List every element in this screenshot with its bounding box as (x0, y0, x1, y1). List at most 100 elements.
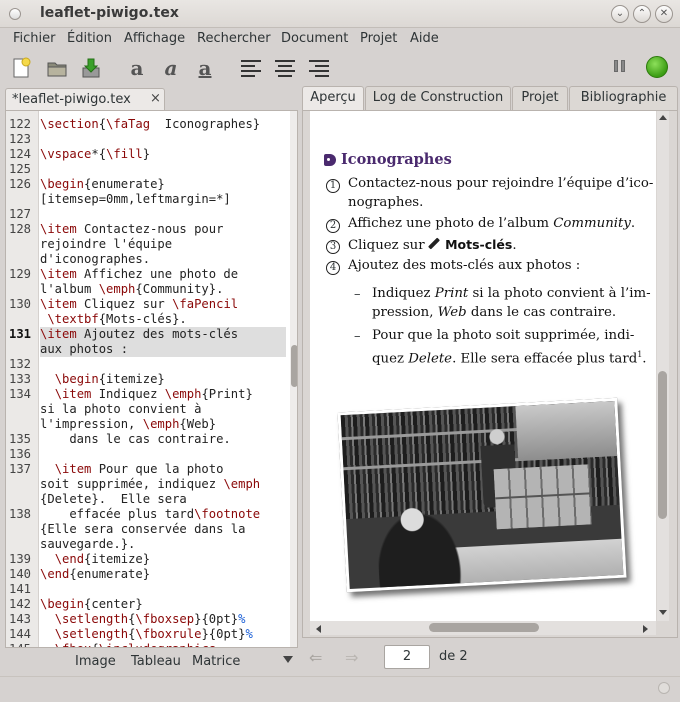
tab-projet[interactable]: Projet (512, 86, 568, 110)
close-button[interactable]: ✕ (655, 5, 673, 23)
editor-tab-label: *leaflet-piwigo.tex (12, 92, 131, 107)
menu-rechercher[interactable]: Rechercher (197, 31, 271, 46)
code-line: dans le cas contraire. (40, 432, 231, 446)
tag-icon (324, 153, 336, 166)
list-number: 2 (326, 219, 340, 233)
line-number-gutter: 122 123 124 125 126 127 128 129 130 131 132 133 134 1… (6, 111, 39, 647)
pdf-page: Iconographes 1 Contactez-nous pour rejoi… (310, 111, 656, 621)
photo-seated-person (375, 498, 470, 593)
code-editor[interactable]: 122 123 124 125 126 127 128 129 130 131 132 133 134 1… (5, 110, 298, 648)
line-number: 129 (9, 267, 32, 281)
line-number: 137 (9, 462, 32, 476)
align-center-button[interactable] (272, 56, 298, 80)
code-line: \end{itemize} (54, 552, 151, 566)
next-page-icon[interactable]: ⇒ (345, 648, 365, 667)
menu-aide[interactable]: Aide (410, 31, 439, 46)
subitem-text: quez Delete. Elle sera effacée plus tard… (372, 350, 647, 367)
bullet-dash: – (354, 329, 361, 344)
subitem-text: Indiquez Print si la photo convient à l’… (372, 286, 651, 301)
pdf-preview[interactable]: Iconographes 1 Contactez-nous pour rejoi… (302, 110, 678, 638)
editor-scrollbar-thumb[interactable] (291, 345, 297, 387)
align-center-icon (275, 59, 295, 77)
menu-bar: Fichier Édition Affichage Rechercher Doc… (0, 28, 680, 50)
code-line: \begin{center} (40, 597, 143, 611)
menu-fichier[interactable]: Fichier (13, 31, 56, 46)
tab-log-de-construction[interactable]: Log de Construction (365, 86, 511, 110)
previous-page-icon[interactable]: ⇐ (309, 648, 333, 667)
italic-button[interactable]: a (158, 56, 184, 80)
new-document-button[interactable] (8, 56, 34, 80)
close-tab-icon[interactable]: × (150, 91, 161, 106)
line-number: 123 (9, 132, 32, 146)
underline-button[interactable]: a (192, 56, 218, 80)
minimize-button[interactable]: ⌄ (611, 5, 629, 23)
photo-window (515, 400, 619, 462)
save-document-button[interactable] (78, 56, 104, 80)
code-line: \vspace*{\fill} (40, 147, 151, 161)
align-right-button[interactable] (306, 56, 332, 80)
line-number: 135 (9, 432, 32, 446)
tab-tableau[interactable]: Tableau (131, 654, 181, 669)
code-line: \textbf{Mots-clés}. (47, 312, 187, 326)
code-line: d'iconographes. (40, 252, 151, 266)
list-number: 3 (326, 240, 340, 254)
code-line: si la photo convient à (40, 402, 202, 416)
menu-edition[interactable]: Édition (67, 31, 112, 46)
window-title: leaflet-piwigo.tex (40, 5, 179, 21)
code-line: sauvegarde.}. (40, 537, 136, 551)
page-number-input[interactable]: 2 (384, 645, 430, 669)
scroll-up-icon[interactable] (659, 115, 667, 120)
preview-vertical-scrollbar-thumb[interactable] (658, 371, 667, 519)
scroll-down-icon[interactable] (659, 610, 667, 615)
pencil-icon (429, 238, 441, 250)
maximize-button[interactable]: ⌃ (633, 5, 651, 23)
window-menu-icon[interactable] (9, 8, 21, 20)
resize-grip-icon[interactable] (658, 682, 670, 694)
build-status-icon[interactable] (646, 56, 668, 78)
code-line: aux photos : (40, 342, 129, 356)
code-line: {Elle sera conservée dans la (40, 522, 246, 536)
code-line: \item Contactez-nous pour (40, 222, 224, 236)
code-line: [itemsep=0mm,leftmargin=*] (40, 192, 231, 206)
line-number: 139 (9, 552, 32, 566)
section-heading: Iconographes (324, 151, 452, 168)
open-folder-icon (47, 62, 67, 77)
menu-affichage[interactable]: Affichage (124, 31, 185, 46)
code-line: \item Affichez une photo de (40, 267, 239, 281)
code-line: \section{\faTag Iconographes} (40, 117, 261, 131)
tab-matrice[interactable]: Matrice (192, 654, 240, 669)
line-number: 127 (9, 207, 32, 221)
list-item-text: Contactez-nous pour rejoindre l’équipe d… (348, 176, 654, 191)
scroll-right-icon[interactable] (643, 625, 648, 633)
menu-document[interactable]: Document (281, 31, 348, 46)
code-line: effacée plus tard\footnote (40, 507, 261, 521)
tab-bibliographie[interactable]: Bibliographie (569, 86, 678, 110)
section-heading-text: Iconographes (341, 151, 452, 168)
code-line: \setlength{\fboxsep}{0pt}% (54, 612, 246, 626)
subitem-text: pression, Web dans le cas contraire. (372, 305, 617, 320)
line-number: 134 (9, 387, 32, 401)
pause-icon[interactable] (614, 60, 628, 74)
align-left-button[interactable] (238, 56, 264, 80)
tab-image[interactable]: Image (75, 654, 116, 669)
tab-apercu[interactable]: Aperçu (302, 86, 364, 110)
code-line: \end{enumerate} (40, 567, 151, 581)
bold-button[interactable]: a (124, 56, 150, 80)
line-number: 130 (9, 297, 32, 311)
list-number: 1 (326, 179, 340, 193)
code-line: rejoindre l'équipe (40, 237, 173, 251)
scroll-left-icon[interactable] (316, 625, 321, 633)
code-line: \item Ajoutez des mots-clés (40, 327, 239, 341)
line-number: 122 (9, 117, 32, 131)
preview-vertical-scrollbar[interactable] (657, 111, 669, 621)
new-document-icon (13, 57, 31, 78)
chevron-down-icon[interactable] (283, 656, 293, 663)
menu-projet[interactable]: Projet (360, 31, 397, 46)
preview-horizontal-scrollbar-thumb[interactable] (429, 623, 539, 632)
open-document-button[interactable] (44, 56, 70, 80)
editor-tab[interactable]: *leaflet-piwigo.tex × (5, 88, 165, 110)
list-item-text: Ajoutez des mots-clés aux photos : (348, 258, 581, 273)
code-line: soit supprimée, indiquez \emph (40, 477, 261, 491)
line-number: 138 (9, 507, 32, 521)
line-number: 142 (9, 597, 32, 611)
